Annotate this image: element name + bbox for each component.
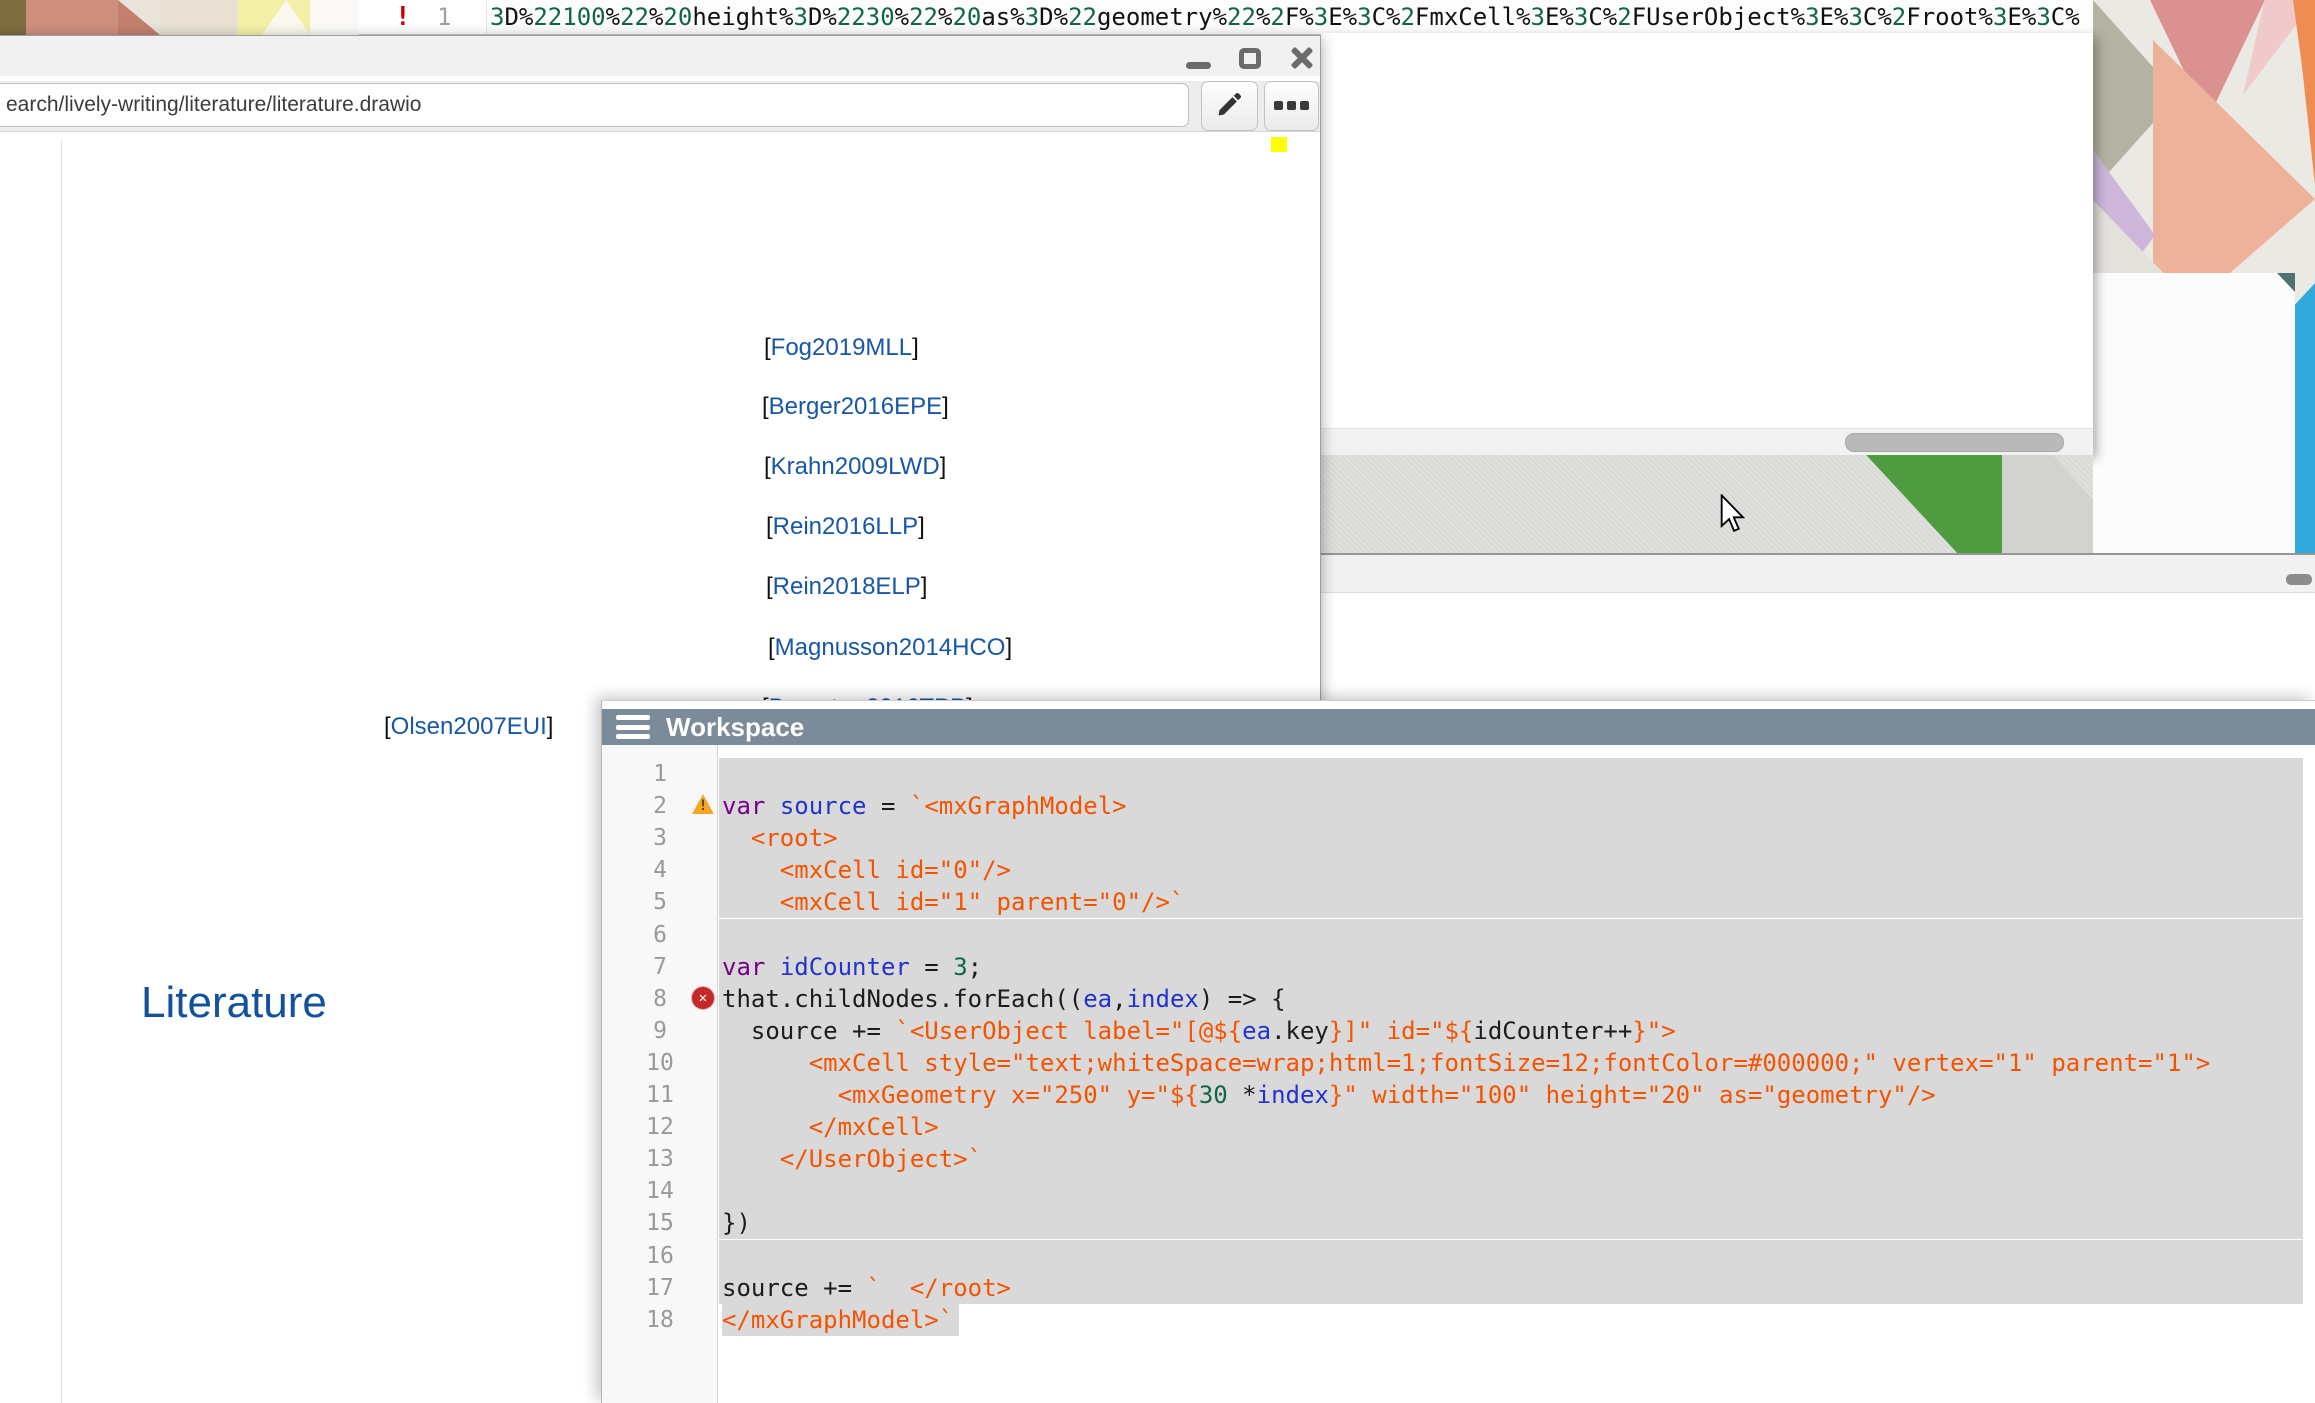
- window-header-strip: [1321, 555, 2315, 593]
- editor-gutter: 12!345678✕9101112131415161718: [602, 745, 718, 1403]
- wallpaper-top-left: [0, 0, 359, 35]
- yellow-marker: [1271, 137, 1287, 152]
- code-line[interactable]: source += `<UserObject label="[@${ea.key…: [719, 1015, 2303, 1047]
- line-number: 5: [602, 886, 718, 918]
- page-boundary-line: [61, 140, 62, 1403]
- maximize-button[interactable]: [1239, 48, 1261, 69]
- wallpaper-strip: [1321, 455, 2093, 553]
- code-line[interactable]: <mxCell style="text;whiteSpace=wrap;html…: [719, 1047, 2303, 1079]
- code-line[interactable]: [719, 1240, 2303, 1272]
- wallpaper-shape: [160, 0, 238, 35]
- wallpaper-shape: [2002, 455, 2093, 553]
- editor-code-area[interactable]: var source = `<mxGraphModel> <root> <mxC…: [719, 745, 2315, 1403]
- error-marker: !: [395, 2, 411, 32]
- error-icon: ✕: [692, 987, 714, 1009]
- line-number: 2!: [602, 790, 718, 822]
- wallpaper-white-panel: [2093, 273, 2295, 553]
- scrollbar-thumb[interactable]: [1845, 433, 2064, 452]
- line-number: 1: [437, 3, 451, 31]
- workspace-window: Workspace 12!345678✕9101112131415161718 …: [601, 700, 2315, 1403]
- code-line[interactable]: </mxGraphModel>`: [719, 1304, 959, 1336]
- code-line[interactable]: that.childNodes.forEach((ea,index) => {: [719, 983, 2303, 1015]
- top-code-editor[interactable]: ! 1 3D%22100%22%20height%3D%2230%22%20as…: [359, 0, 2093, 35]
- code-line[interactable]: var source = `<mxGraphModel>: [719, 790, 2303, 822]
- line-number: 16: [602, 1240, 718, 1272]
- citation-link[interactable]: [Krahn2009LWD]: [764, 453, 946, 481]
- line-number: 3: [602, 822, 718, 854]
- ellipsis-icon: [1272, 97, 1311, 115]
- citation-link[interactable]: [Rein2016LLP]: [766, 513, 925, 541]
- line-number: 18: [602, 1304, 718, 1336]
- line-number: 13: [602, 1143, 718, 1175]
- line-number: 14: [602, 1175, 718, 1207]
- line-number: 6: [602, 919, 718, 951]
- close-button[interactable]: [1289, 46, 1315, 70]
- code-line[interactable]: source += ` </root>: [719, 1272, 2303, 1304]
- workspace-editor[interactable]: 12!345678✕9101112131415161718 var source…: [602, 745, 2315, 1403]
- wallpaper-shape: [2293, 0, 2315, 185]
- wallpaper-shape: [26, 0, 118, 35]
- workspace-titlebar[interactable]: Workspace: [602, 709, 2315, 745]
- warning-icon: !: [692, 794, 714, 814]
- wallpaper-shape: [0, 0, 26, 35]
- scroll-handle[interactable]: [2286, 574, 2312, 585]
- code-line[interactable]: </mxCell>: [719, 1111, 2303, 1143]
- more-options-button[interactable]: [1264, 81, 1319, 131]
- line-number: 1: [602, 758, 718, 790]
- line-number: 8✕: [602, 983, 718, 1015]
- line-number: 17: [602, 1272, 718, 1304]
- line-number: 12: [602, 1111, 718, 1143]
- code-line[interactable]: <mxCell id="1" parent="0"/>`: [719, 886, 2303, 918]
- code-line[interactable]: }): [719, 1207, 2303, 1239]
- wallpaper-right: [2093, 0, 2315, 560]
- wallpaper-green-triangle: [1862, 455, 2002, 553]
- drawio-titlebar: [0, 36, 1320, 76]
- code-line[interactable]: </UserObject>`: [719, 1143, 2303, 1175]
- pencil-icon: [1216, 90, 1244, 123]
- wallpaper-shape: [310, 0, 359, 35]
- code-line[interactable]: <mxCell id="0"/>: [719, 854, 2303, 886]
- citation-link[interactable]: [Rein2018ELP]: [766, 573, 927, 601]
- line-number: 11: [602, 1079, 718, 1111]
- drawio-toolbar: [0, 81, 1320, 132]
- minimize-button[interactable]: [1186, 62, 1211, 69]
- citation-link[interactable]: [Berger2016EPE]: [762, 393, 949, 421]
- line-number: 15: [602, 1207, 718, 1239]
- workspace-title: Workspace: [666, 712, 804, 743]
- code-line[interactable]: [719, 919, 2303, 951]
- top-editor-gutter: ! 1: [359, 0, 487, 34]
- wallpaper-shape: [118, 0, 160, 35]
- horizontal-scrollbar[interactable]: [1321, 428, 2093, 455]
- citation-link[interactable]: [Fog2019MLL]: [764, 334, 919, 362]
- line-number: 7: [602, 951, 718, 983]
- diagram-title[interactable]: Literature: [141, 978, 327, 1028]
- citation-link[interactable]: [Olsen2007EUI]: [384, 713, 553, 741]
- desktop: ! 1 3D%22100%22%20height%3D%2230%22%20as…: [0, 0, 2315, 1403]
- code-line[interactable]: <root>: [719, 822, 2303, 854]
- line-number: 4: [602, 854, 718, 886]
- hamburger-menu-icon[interactable]: [616, 715, 650, 739]
- code-line[interactable]: [719, 758, 2303, 790]
- code-line[interactable]: 3D%22100%22%20height%3D%2230%22%20as%3D%…: [490, 3, 2093, 33]
- citation-link[interactable]: [Magnusson2014HCO]: [768, 634, 1012, 662]
- line-number: 9: [602, 1015, 718, 1047]
- background-window: [1321, 33, 2093, 455]
- file-path-input[interactable]: [0, 83, 1189, 127]
- code-line[interactable]: <mxGeometry x="250" y="${30 *index}" wid…: [719, 1079, 2303, 1111]
- wallpaper-shape: [2295, 283, 2315, 553]
- line-number: 10: [602, 1047, 718, 1079]
- code-line[interactable]: [719, 1175, 2303, 1207]
- edit-button[interactable]: [1201, 81, 1258, 131]
- code-line[interactable]: var idCounter = 3;: [719, 951, 2303, 983]
